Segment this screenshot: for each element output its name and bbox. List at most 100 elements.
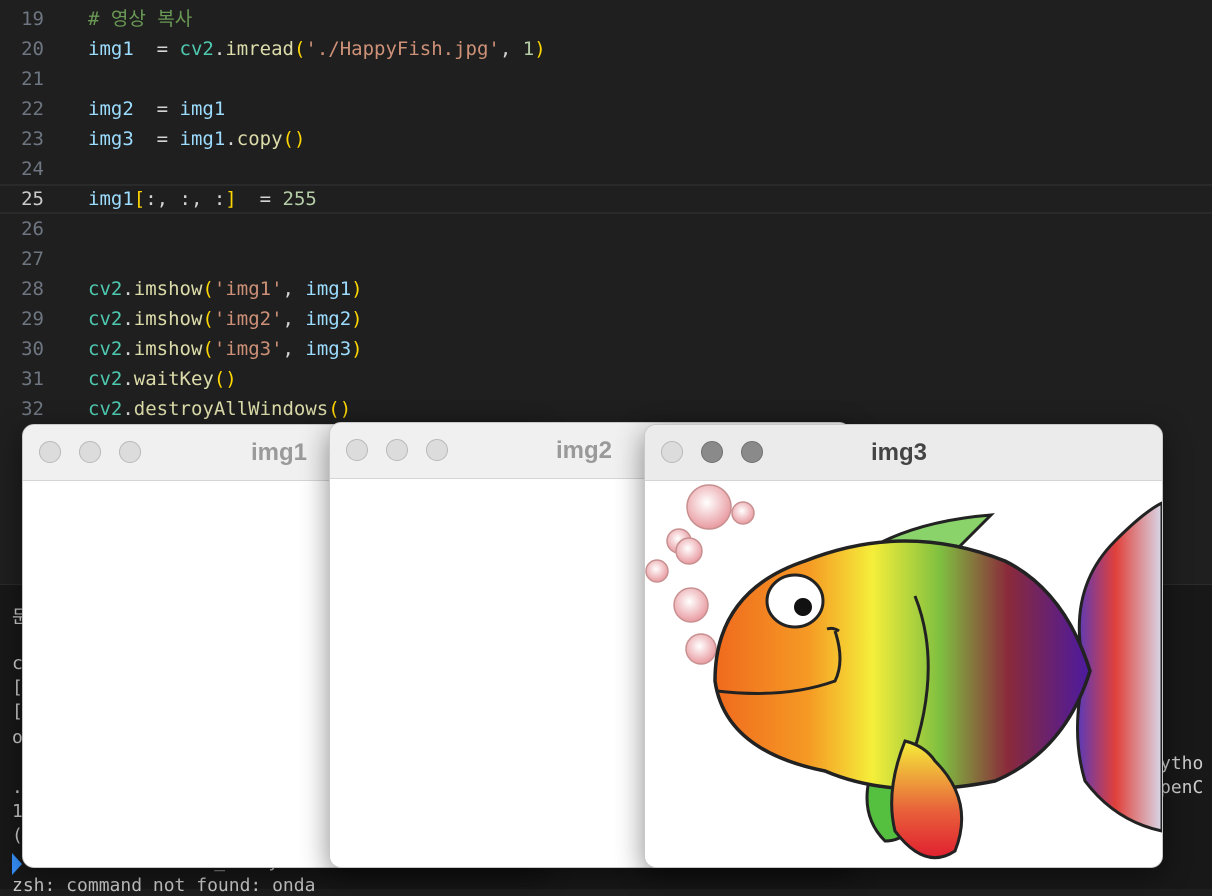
code-token: cv2 [88,278,123,300]
code-line[interactable]: 32 cv2.destroyAllWindows() [0,394,1212,424]
code-token: img1 [305,278,352,300]
close-icon[interactable] [39,441,61,463]
code-text: cv2.imshow('img3', img3) [88,334,363,364]
code-token: img1 [88,188,134,210]
code-token: img1 [179,128,226,150]
line-number: 22 [21,98,44,120]
code-token: ] [225,188,237,210]
code-token: waitKey [133,368,214,390]
line-number: 25 [21,188,44,210]
code-token: ( [202,278,214,300]
code-token: copy [236,128,283,150]
terminal-text: ytho [1160,753,1204,774]
code-token: imshow [133,308,203,330]
line-number: 21 [21,68,44,90]
code-line[interactable]: 28 cv2.imshow('img1', img1) [0,274,1212,304]
code-line[interactable]: 20 img1 = cv2.imread('./HappyFish.jpg', 1… [0,34,1212,64]
code-token: . [122,398,134,420]
close-icon[interactable] [346,439,368,461]
code-token: ) [351,308,363,330]
code-token: cv2 [88,338,123,360]
code-token: . [122,278,134,300]
code-text: cv2.destroyAllWindows() [88,394,351,424]
window-img3[interactable]: img3 [644,424,1163,868]
code-token: # 영상 복사 [88,8,193,30]
line-number: 29 [21,308,44,330]
code-text: # 영상 복사 [88,4,192,34]
code-token: img1 [179,98,226,120]
code-token: img1 [88,38,134,60]
minimize-icon[interactable] [701,441,723,463]
code-token: ( [202,308,214,330]
code-token: . [213,38,226,60]
window-title: img2 [556,437,613,464]
code-text: img3 = img1.copy() [88,124,305,154]
code-token: 1 [522,38,535,60]
code-token: ( [293,38,306,60]
code-token: . [122,338,134,360]
zoom-icon[interactable] [741,441,763,463]
code-token: destroyAllWindows [133,398,329,420]
line-number: 31 [21,368,44,390]
code-token: 255 [282,188,317,210]
line-number: 30 [21,338,44,360]
code-token: imshow [133,278,203,300]
line-number: 19 [21,8,44,30]
line-number: 28 [21,278,44,300]
code-token: img2 [88,98,134,120]
zoom-icon[interactable] [119,441,141,463]
code-token: () [213,368,237,390]
code-token: ) [351,338,363,360]
code-text: cv2.waitKey() [88,364,237,394]
code-token: cv2 [88,398,123,420]
code-line[interactable]: 22 img2 = img1 [0,94,1212,124]
code-text: cv2.imshow('img2', img2) [88,304,363,334]
code-token: cv2 [88,368,123,390]
close-icon[interactable] [661,441,683,463]
code-line[interactable]: 27 [0,244,1212,274]
window-title: img1 [251,439,308,466]
line-number: 24 [21,158,44,180]
code-token: . [122,368,134,390]
code-line[interactable]: 31 cv2.waitKey() [0,364,1212,394]
code-text: img1 = cv2.imread('./HappyFish.jpg', 1) [88,34,546,64]
code-token: = [133,38,180,60]
code-line[interactable]: 24 [0,154,1212,184]
code-line[interactable]: 19 # 영상 복사 [0,4,1212,34]
window-titlebar[interactable]: img3 [645,425,1162,481]
happy-fish-image [645,484,1162,860]
code-token: ) [534,38,546,60]
code-token: = [133,98,180,120]
code-token: './HappyFish.jpg' [305,38,500,60]
code-token: ( [202,338,214,360]
minimize-icon[interactable] [79,441,101,463]
window-title: img3 [871,439,928,466]
code-token: , [282,278,306,300]
minimize-icon[interactable] [386,439,408,461]
code-text: img2 = img1 [88,94,225,124]
code-token: img3 [305,338,352,360]
code-token: 'img3' [213,338,283,360]
code-token: , [282,338,306,360]
code-token: 'img2' [213,308,283,330]
code-token: :, :, : [145,188,226,210]
terminal-output: zsh: command not found: onda [12,875,316,896]
code-token: , [499,38,523,60]
code-line[interactable]: 29 cv2.imshow('img2', img2) [0,304,1212,334]
code-line[interactable]: 25 img1[:, :, :] = 255 [0,184,1212,214]
line-number: 32 [21,398,44,420]
code-token: . [225,128,237,150]
code-token: ) [351,278,363,300]
zoom-icon[interactable] [426,439,448,461]
code-text: img1[:, :, :] = 255 [88,186,317,212]
code-token: img2 [305,308,352,330]
code-token: imshow [133,338,203,360]
line-number: 27 [21,248,44,270]
code-token: = [133,128,180,150]
code-token: 'img1' [213,278,283,300]
code-line[interactable]: 26 [0,214,1212,244]
code-line[interactable]: 21 [0,64,1212,94]
code-line[interactable]: 23 img3 = img1.copy() [0,124,1212,154]
code-line[interactable]: 30 cv2.imshow('img3', img3) [0,334,1212,364]
code-token: () [328,398,352,420]
